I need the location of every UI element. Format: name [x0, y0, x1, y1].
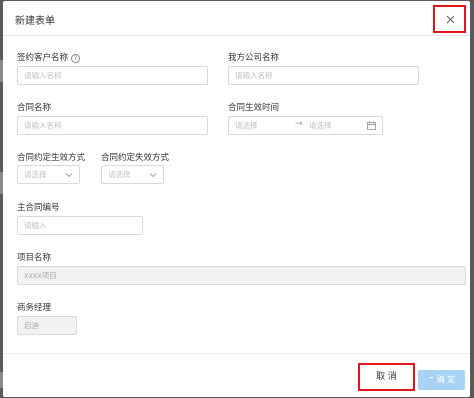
- project-name-label: 项目名称: [17, 253, 52, 263]
- expire-mode-label: 合同约定失效方式: [101, 153, 170, 163]
- ok-button[interactable]: 确 定: [418, 370, 465, 390]
- business-manager-input[interactable]: 启迪: [17, 316, 77, 335]
- business-manager-label: 商务经理: [17, 303, 52, 313]
- close-button[interactable]: [433, 5, 466, 33]
- dialog-header: 新建表单: [3, 1, 470, 36]
- project-name-input[interactable]: xxxx项目: [17, 266, 466, 285]
- chevron-down-icon: [149, 173, 157, 178]
- range-end: 请选择: [309, 121, 332, 130]
- effective-mode-select[interactable]: 请选择: [17, 165, 80, 184]
- expire-mode-select[interactable]: 请选择: [101, 165, 164, 184]
- dialog-title: 新建表单: [15, 16, 55, 27]
- range-separator: →: [295, 119, 303, 129]
- footer-divider: [3, 353, 470, 354]
- customer-name-input[interactable]: 请输入名称: [17, 66, 208, 85]
- effective-mode-label: 合同约定生效方式: [17, 153, 86, 163]
- customer-name-label: 签约客户名称?: [17, 51, 81, 63]
- company-name-label: 我方公司名称: [228, 53, 280, 63]
- calendar-icon: [367, 121, 376, 130]
- contract-name-label: 合同名称: [17, 103, 52, 113]
- chevron-down-icon: [65, 173, 73, 178]
- effective-time-label: 合同生效时间: [228, 103, 280, 113]
- company-name-input[interactable]: 请输入名称: [228, 66, 419, 85]
- effective-time-range-picker[interactable]: 请选择 → 请选择: [228, 116, 383, 135]
- loading-icon: [427, 377, 434, 383]
- range-start: 请选择: [235, 121, 258, 130]
- contract-name-input[interactable]: 请输入名称: [17, 116, 208, 135]
- main-contract-no-label: 主合同编号: [17, 203, 60, 213]
- question-circle-icon[interactable]: ?: [71, 54, 81, 63]
- create-form-dialog: 新建表单 签约客户名称? 请输入名称 我方公司名称 请输入名称 合同名称 请输入…: [3, 1, 470, 397]
- cancel-button[interactable]: 取 消: [358, 363, 415, 391]
- main-contract-no-input[interactable]: 请输入: [17, 216, 143, 235]
- ok-button-label: 确 定: [436, 375, 456, 384]
- close-icon: [446, 15, 455, 24]
